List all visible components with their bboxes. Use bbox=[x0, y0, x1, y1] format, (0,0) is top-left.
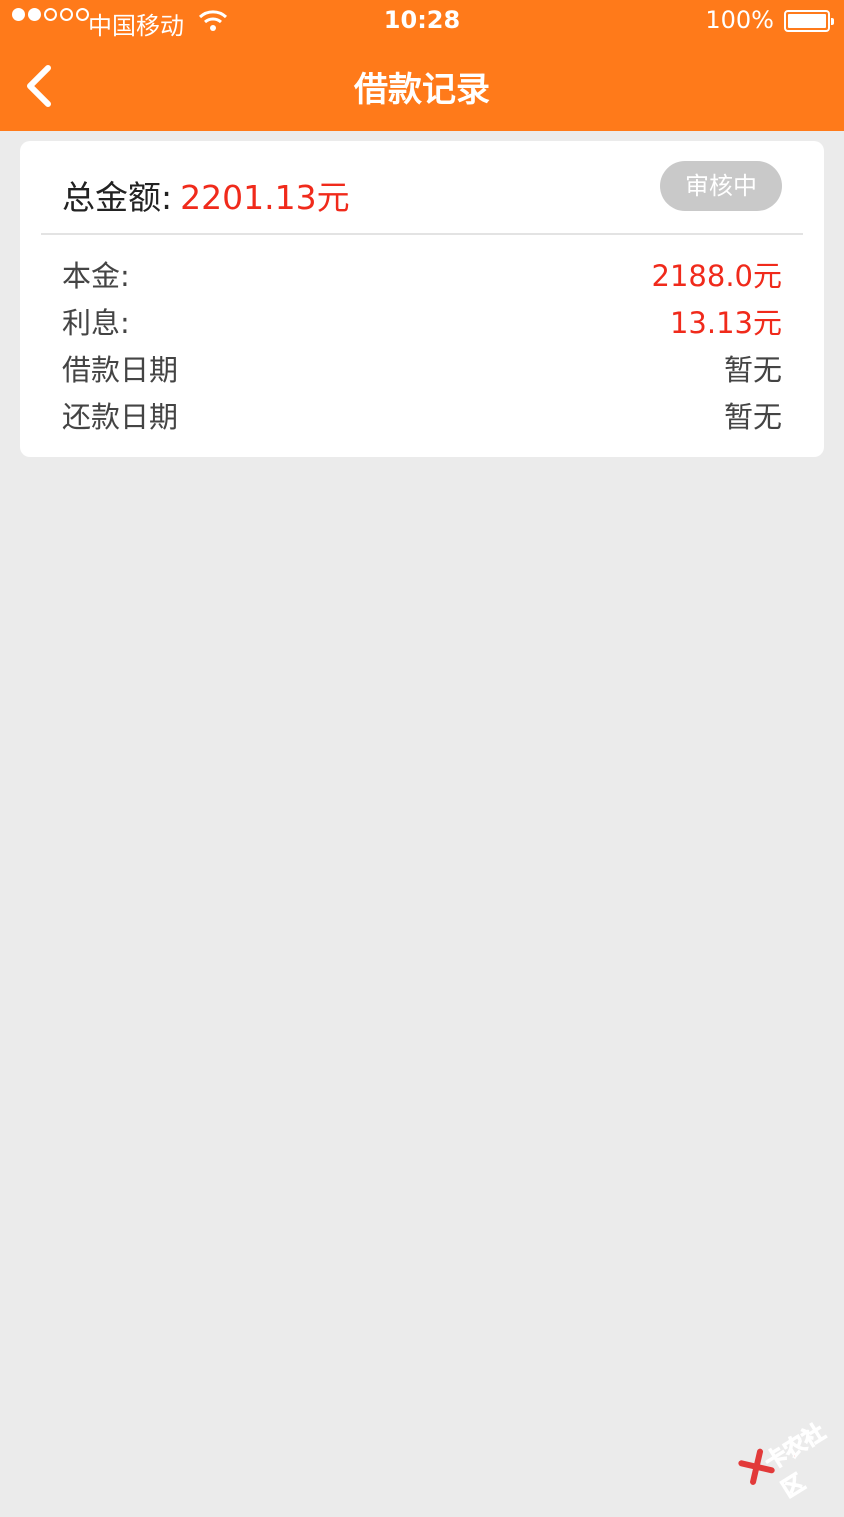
loan-date-label: 借款日期 bbox=[62, 353, 179, 387]
page-title: 借款记录 bbox=[354, 70, 490, 110]
total-amount-row: 总金额: 2201.13元 bbox=[62, 171, 350, 219]
status-bar: 中国移动 10:28 100% bbox=[0, 0, 844, 42]
battery-percentage: 100% bbox=[705, 6, 774, 34]
app-header: 中国移动 10:28 100% 借款记录 bbox=[0, 0, 844, 131]
loan-record-card[interactable]: 总金额: 2201.13元 审核中 本金: 2188.0元 利息: 13.13元 … bbox=[20, 141, 824, 457]
total-amount-label: 总金额: bbox=[62, 178, 173, 217]
loan-date-row: 借款日期 暂无 bbox=[62, 347, 782, 394]
status-badge: 审核中 bbox=[660, 161, 782, 211]
repayment-date-value: 暂无 bbox=[723, 400, 782, 434]
watermark: 卡农社区 bbox=[726, 1391, 844, 1504]
interest-label: 利息: bbox=[62, 306, 130, 340]
battery-icon bbox=[784, 10, 834, 32]
interest-row: 利息: 13.13元 bbox=[62, 300, 782, 347]
watermark-text: 卡农社区 bbox=[760, 1419, 831, 1504]
principal-label: 本金: bbox=[62, 259, 130, 293]
repayment-date-row: 还款日期 暂无 bbox=[62, 394, 782, 441]
total-amount-value: 2201.13元 bbox=[180, 178, 350, 217]
interest-value: 13.13元 bbox=[669, 306, 782, 340]
principal-value: 2188.0元 bbox=[651, 259, 782, 293]
repayment-date-label: 还款日期 bbox=[62, 400, 179, 434]
loan-date-value: 暂无 bbox=[723, 353, 782, 387]
nav-bar: 借款记录 bbox=[0, 42, 844, 131]
divider bbox=[41, 233, 803, 235]
principal-row: 本金: 2188.0元 bbox=[62, 253, 782, 300]
